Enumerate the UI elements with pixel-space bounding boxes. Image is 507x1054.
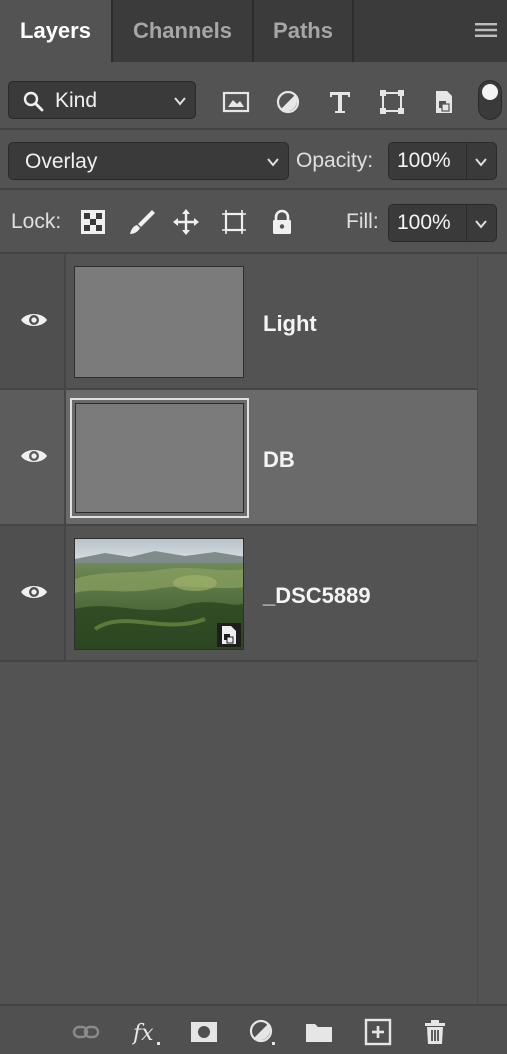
visibility-toggle[interactable] [0,390,66,524]
chevron-down-icon [267,158,279,167]
tab-layers[interactable]: Layers [0,0,113,62]
search-icon [23,91,44,112]
blend-mode-label: Overlay [25,150,98,173]
delete-layer-icon[interactable] [421,1018,449,1046]
fill-dropdown[interactable] [467,204,497,242]
panel-bottom-bar: fx [0,1004,507,1054]
lock-label: Lock: [11,210,62,233]
opacity-dropdown[interactable] [467,142,497,180]
layer-row[interactable]: Light [0,254,477,390]
tab-paths[interactable]: Paths [254,0,354,62]
lock-image-pixels-icon[interactable] [128,208,156,236]
layer-name[interactable]: _DSC5889 [263,583,371,609]
opacity-input[interactable]: 100% [388,142,467,180]
svg-text:fx: fx [132,1021,154,1046]
chevron-down-icon [475,158,487,167]
layers-list: Light DB _DSC5889 [0,254,477,662]
lock-row: Lock: Fill: 100% [0,190,507,254]
chevron-down-icon [475,220,487,229]
chevron-down-icon [174,97,186,106]
new-adjustment-layer-icon[interactable] [248,1018,276,1046]
filter-row: Kind [0,62,507,130]
lock-artboard-icon[interactable] [220,208,248,236]
smart-object-filter-icon[interactable] [430,88,458,116]
fill-label: Fill: [346,210,379,233]
eye-icon [21,314,47,326]
layers-panel: Layers Channels Paths Kind Overlay Opaci… [0,0,507,1054]
add-layer-style-icon[interactable]: fx [132,1018,160,1046]
pixel-layer-filter-icon[interactable] [222,88,250,116]
new-layer-icon[interactable] [364,1018,392,1046]
shape-layer-filter-icon[interactable] [378,88,406,116]
fill-input[interactable]: 100% [388,204,467,242]
layer-row[interactable]: DB [0,390,477,526]
blend-mode-select[interactable]: Overlay [8,142,289,180]
layer-thumbnail[interactable] [70,398,249,518]
filter-toggle[interactable] [478,80,502,120]
tab-channels[interactable]: Channels [113,0,254,62]
link-layers-icon[interactable] [72,1018,100,1046]
panel-menu-icon[interactable] [475,22,497,38]
smart-object-badge-icon [217,623,241,647]
layer-thumbnail[interactable] [74,266,244,378]
adjustment-layer-filter-icon[interactable] [274,88,302,116]
filter-toggle-knob [482,84,498,100]
lock-transparent-pixels-icon[interactable] [79,208,107,236]
layer-row[interactable]: _DSC5889 [0,526,477,662]
blend-row: Overlay Opacity: 100% [0,130,507,190]
layer-thumbnail[interactable] [74,538,244,650]
layer-name[interactable]: Light [263,311,317,337]
opacity-label: Opacity: [296,149,374,172]
add-mask-icon[interactable] [190,1018,218,1046]
filter-kind-label: Kind [55,89,98,112]
panel-tab-bar: Layers Channels Paths [0,0,507,62]
new-group-icon[interactable] [305,1018,333,1046]
layer-thumbnail-image [75,403,244,513]
type-layer-filter-icon[interactable] [326,88,354,116]
lock-position-icon[interactable] [172,208,200,236]
layer-name[interactable]: DB [263,447,295,473]
eye-icon [21,586,47,598]
lock-all-icon[interactable] [268,208,296,236]
eye-icon [21,450,47,462]
visibility-toggle[interactable] [0,526,66,660]
filter-kind-select[interactable]: Kind [8,81,196,119]
layers-scrollbar[interactable] [477,254,507,1004]
visibility-toggle[interactable] [0,254,66,388]
